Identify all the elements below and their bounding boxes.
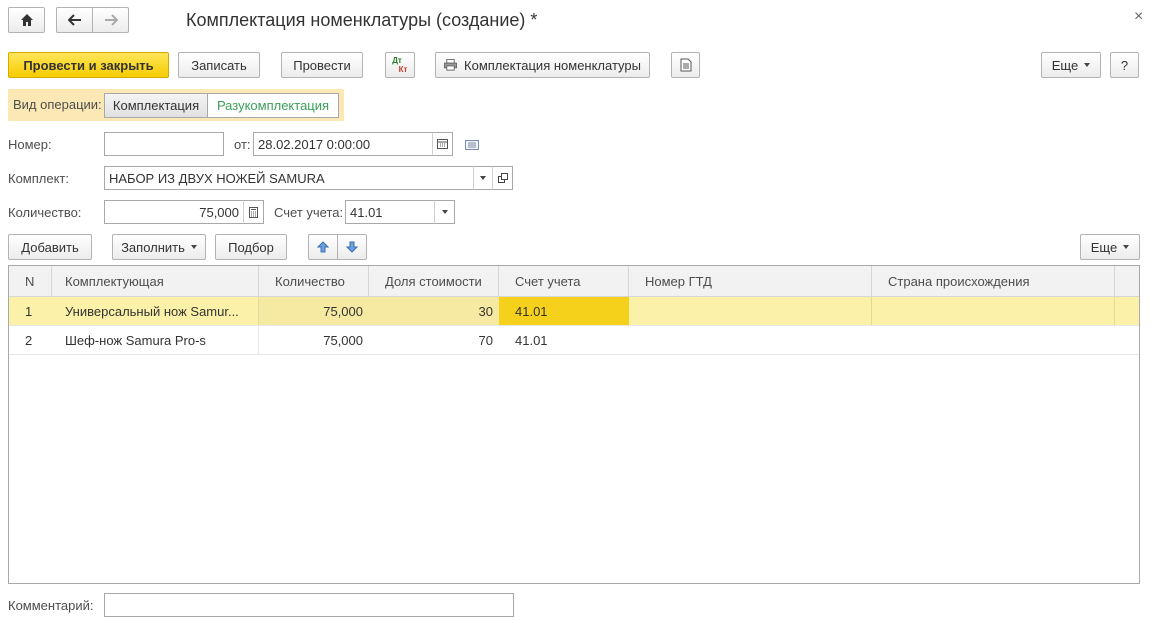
cell-qty[interactable]: 75,000 bbox=[259, 326, 369, 354]
help-button[interactable]: ? bbox=[1110, 52, 1139, 78]
cell-country[interactable] bbox=[872, 297, 1115, 325]
date-label: от: bbox=[234, 137, 251, 152]
dt-kt-icon-bottom: Кт bbox=[398, 65, 408, 74]
column-header-account[interactable]: Счет учета bbox=[499, 266, 629, 297]
cell-n: 1 bbox=[25, 303, 33, 319]
arrow-up-icon bbox=[317, 241, 329, 253]
print-kit-label: Комплектация номенклатуры bbox=[464, 57, 641, 73]
more-button[interactable]: Еще bbox=[1041, 52, 1101, 78]
column-header-gtd[interactable]: Номер ГТД bbox=[629, 266, 872, 297]
pick-button[interactable]: Подбор bbox=[215, 234, 287, 260]
account-field[interactable]: 41.01 bbox=[345, 200, 435, 224]
fill-label: Заполнить bbox=[121, 239, 185, 255]
kit-open-button[interactable] bbox=[492, 166, 513, 190]
move-down-button[interactable] bbox=[337, 234, 367, 260]
cell-share[interactable]: 30 bbox=[369, 297, 499, 325]
operation-label: Вид операции: bbox=[13, 97, 102, 112]
page-title: Комплектация номенклатуры (создание) * bbox=[186, 10, 538, 30]
cell-country[interactable] bbox=[872, 326, 1115, 354]
print-kit-button[interactable]: Комплектация номенклатуры bbox=[435, 52, 650, 78]
column-header-country[interactable]: Страна происхождения bbox=[872, 266, 1115, 297]
more-label: Еще bbox=[1051, 57, 1079, 73]
forward-button[interactable] bbox=[92, 7, 129, 33]
printer-icon bbox=[444, 59, 458, 71]
column-header-n[interactable]: N bbox=[9, 266, 52, 297]
comment-field[interactable] bbox=[104, 593, 514, 617]
cell-gtd[interactable] bbox=[629, 297, 872, 325]
document-icon bbox=[680, 58, 691, 72]
home-button[interactable] bbox=[8, 7, 45, 33]
save-button[interactable]: Записать bbox=[178, 52, 260, 78]
number-field[interactable] bbox=[104, 132, 224, 156]
chevron-down-icon bbox=[441, 210, 448, 214]
table-row[interactable]: 2 Шеф-нож Samura Pro-s 75,000 70 41.01 bbox=[9, 326, 1139, 355]
number-label: Номер: bbox=[8, 137, 52, 152]
report-button[interactable] bbox=[671, 52, 700, 78]
calendar-icon bbox=[437, 139, 448, 149]
column-header-item[interactable]: Комплектующая bbox=[52, 266, 259, 297]
chevron-down-icon bbox=[1123, 245, 1130, 249]
arrow-down-icon bbox=[346, 241, 358, 253]
cell-item[interactable]: Универсальный нож Samur... bbox=[52, 297, 259, 325]
move-up-button[interactable] bbox=[308, 234, 338, 260]
cell-item[interactable]: Шеф-нож Samura Pro-s bbox=[52, 326, 259, 354]
number-settings-icon[interactable] bbox=[465, 138, 479, 153]
cell-qty[interactable]: 75,000 bbox=[259, 297, 369, 325]
account-label: Счет учета: bbox=[274, 205, 344, 220]
chevron-down-icon bbox=[190, 245, 197, 249]
column-header-share[interactable]: Доля стоимости bbox=[369, 266, 499, 297]
account-dropdown-button[interactable] bbox=[434, 200, 455, 224]
cell-account[interactable]: 41.01 bbox=[499, 326, 629, 354]
open-icon bbox=[497, 173, 508, 183]
cell-gtd[interactable] bbox=[629, 326, 872, 354]
post-and-close-button[interactable]: Провести и закрыть bbox=[8, 52, 169, 78]
table-header: N Комплектующая Количество Доля стоимост… bbox=[9, 266, 1139, 297]
kit-field[interactable]: НАБОР ИЗ ДВУХ НОЖЕЙ SAMURA bbox=[104, 166, 474, 190]
calendar-button[interactable] bbox=[432, 132, 453, 156]
fill-button[interactable]: Заполнить bbox=[112, 234, 206, 260]
chevron-down-icon bbox=[1084, 63, 1091, 67]
arrow-right-icon bbox=[104, 14, 118, 26]
cell-account[interactable]: 41.01 bbox=[499, 297, 629, 325]
qty-label: Количество: bbox=[8, 205, 82, 220]
table-more-button[interactable]: Еще bbox=[1080, 234, 1140, 260]
arrow-left-icon bbox=[68, 14, 81, 26]
calculator-button[interactable] bbox=[243, 200, 264, 224]
comment-label: Комментарий: bbox=[8, 598, 94, 613]
post-button[interactable]: Провести bbox=[281, 52, 363, 78]
date-field[interactable]: 28.02.2017 0:00:00 bbox=[253, 132, 433, 156]
dt-kt-icon-top: Дт bbox=[392, 56, 402, 65]
kit-label: Комплект: bbox=[8, 171, 69, 186]
back-button[interactable] bbox=[56, 7, 93, 33]
cell-n: 2 bbox=[25, 332, 33, 348]
operation-option-unkit[interactable]: Разукомплектация bbox=[207, 93, 339, 118]
column-header-qty[interactable]: Количество bbox=[259, 266, 369, 297]
dt-kt-button[interactable]: Дт Кт bbox=[385, 52, 415, 78]
kit-dropdown-button[interactable] bbox=[473, 166, 493, 190]
table-row[interactable]: 1 Универсальный нож Samur... 75,000 30 4… bbox=[9, 297, 1139, 326]
add-row-button[interactable]: Добавить bbox=[8, 234, 92, 260]
chevron-down-icon bbox=[480, 176, 486, 180]
calculator-icon bbox=[249, 206, 258, 218]
close-icon[interactable]: × bbox=[1134, 8, 1143, 26]
operation-option-kit[interactable]: Комплектация bbox=[104, 93, 208, 118]
home-icon bbox=[20, 14, 33, 26]
qty-field[interactable]: 75,000 bbox=[104, 200, 244, 224]
table-more-label: Еще bbox=[1090, 239, 1118, 255]
cell-share[interactable]: 70 bbox=[369, 326, 499, 354]
